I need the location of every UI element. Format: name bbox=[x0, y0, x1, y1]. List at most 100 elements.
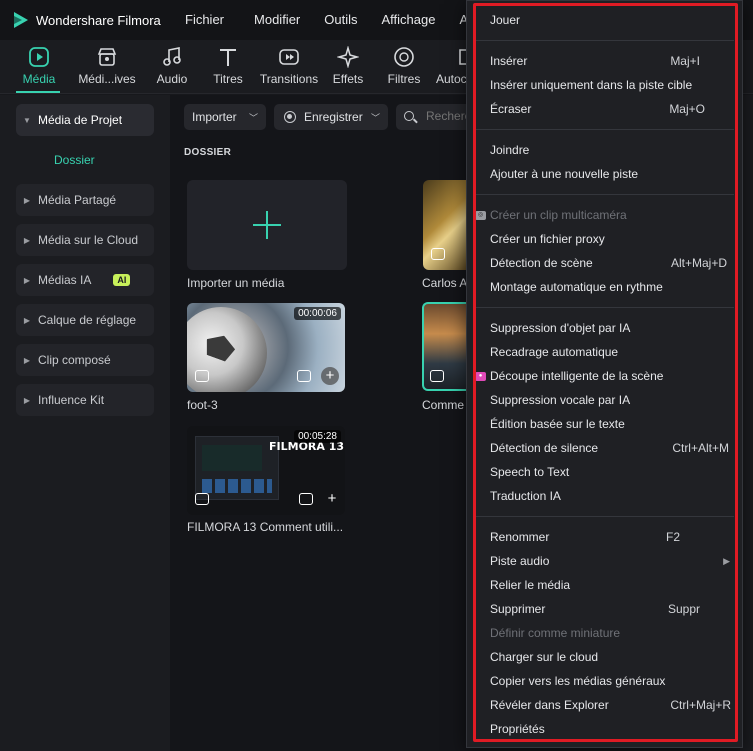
menu-item-auto-beat-sync[interactable]: Montage automatique en rythme bbox=[490, 277, 730, 297]
menu-item-auto-reframe[interactable]: Recadrage automatique bbox=[490, 342, 730, 362]
tab-media[interactable]: Média bbox=[18, 46, 60, 86]
media-thumbnail[interactable]: FILMORA 13 00:05:28 + bbox=[187, 426, 345, 515]
sidebar-item-adjustment-layer[interactable]: ▶ Calque de réglage bbox=[16, 304, 154, 336]
menu-item-label: Découpe intelligente de la scène bbox=[490, 369, 664, 383]
clip-type-icon bbox=[430, 370, 444, 382]
tab-effects[interactable]: Effets bbox=[330, 46, 366, 86]
sidebar-item-compound-clip[interactable]: ▶ Clip composé bbox=[16, 344, 154, 376]
menu-item-rename[interactable]: Renommer F2 bbox=[490, 527, 730, 547]
menu-item-upload-cloud[interactable]: Charger sur le cloud bbox=[490, 647, 730, 667]
menu-separator bbox=[476, 40, 734, 41]
tab-titles-label: Titres bbox=[213, 72, 243, 86]
menu-item-create-multicam-clip: Créer un clip multicaméra bbox=[490, 205, 730, 225]
menu-item-add-new-track[interactable]: Ajouter à une nouvelle piste bbox=[490, 164, 730, 184]
sidebar-item-ai-media[interactable]: ▶ Médias IA AI bbox=[16, 264, 154, 296]
text-t-icon bbox=[220, 49, 236, 66]
sidebar-item-project-media[interactable]: ▼ Média de Projet bbox=[16, 104, 154, 136]
media-thumbnail[interactable] bbox=[423, 180, 467, 270]
menu-item-append[interactable]: Joindre bbox=[490, 140, 730, 160]
menu-separator bbox=[476, 129, 734, 130]
submenu-arrow-icon: ▶ bbox=[723, 555, 730, 566]
section-label-folder: DOSSIER bbox=[184, 147, 232, 158]
sidebar-sub-folder[interactable]: Dossier bbox=[54, 153, 95, 167]
menu-item-ai-vocal-remover[interactable]: Suppression vocale par IA bbox=[490, 390, 730, 410]
ai-badge: AI bbox=[113, 274, 131, 286]
menu-item-audio-track[interactable]: Piste audio ▶ bbox=[490, 551, 730, 571]
menu-item-smart-scene-cut[interactable]: Découpe intelligente de la scène bbox=[490, 366, 730, 386]
menu-item-ai-object-removal[interactable]: Suppression d'objet par IA bbox=[490, 318, 730, 338]
screenshot-preview-image bbox=[195, 436, 279, 500]
chevron-down-icon: ﹀ bbox=[370, 113, 380, 123]
menu-item-text-based-editing[interactable]: Édition basée sur le texte bbox=[490, 414, 730, 434]
menu-item-relink-media[interactable]: Relier le média bbox=[490, 575, 730, 595]
menu-view[interactable]: Affichage bbox=[382, 12, 436, 27]
caret-right-icon: ▶ bbox=[23, 315, 31, 325]
media-thumbnail[interactable]: 00:00:06 + bbox=[187, 303, 345, 392]
menu-item-label: Insérer bbox=[490, 54, 528, 68]
search-icon bbox=[404, 111, 414, 121]
transition-icon bbox=[279, 49, 299, 65]
menu-item-label: Définir comme miniature bbox=[490, 626, 621, 640]
chevron-down-icon: ﹀ bbox=[248, 113, 258, 123]
menu-item-insert[interactable]: Insérer Maj+I bbox=[490, 51, 730, 71]
menu-item-delete[interactable]: Supprimer Suppr bbox=[490, 599, 730, 619]
menu-item-label: Écraser bbox=[490, 102, 532, 116]
sidebar-item-cloud-media[interactable]: ▶ Média sur le Cloud bbox=[16, 224, 154, 256]
duration-badge: 00:05:28 bbox=[294, 430, 341, 443]
media-item-label: foot-3 bbox=[187, 398, 218, 412]
menu-item-properties[interactable]: Propriétés bbox=[490, 719, 730, 739]
caret-right-icon: ▶ bbox=[23, 395, 31, 405]
sidebar-item-influence-kit[interactable]: ▶ Influence Kit bbox=[16, 384, 154, 416]
menu-item-overwrite[interactable]: Écraser Maj+O bbox=[490, 99, 730, 119]
filter-icon bbox=[394, 47, 414, 67]
menu-item-label: Suppression vocale par IA bbox=[490, 393, 631, 407]
menu-item-label: Révéler dans Explorer bbox=[490, 698, 609, 712]
tab-transitions[interactable]: Transitions bbox=[258, 46, 320, 86]
menu-item-shortcut: Maj+O bbox=[669, 102, 705, 116]
menu-item-create-proxy[interactable]: Créer un fichier proxy bbox=[490, 229, 730, 249]
music-note-icon bbox=[163, 47, 181, 66]
tab-titles[interactable]: Titres bbox=[210, 46, 246, 86]
menu-item-silence-detection[interactable]: Détection de silence Ctrl+Alt+M bbox=[490, 438, 730, 458]
tab-stickers[interactable]: Autoc bbox=[436, 46, 466, 86]
tab-stock-media-label: Médi...ives bbox=[78, 72, 136, 86]
import-button[interactable]: Importer ﹀ bbox=[184, 104, 266, 130]
tab-audio-label: Audio bbox=[156, 72, 188, 86]
menu-item-speech-to-text[interactable]: Speech to Text bbox=[490, 462, 730, 482]
media-thumbnail-selected[interactable] bbox=[422, 302, 468, 391]
menu-item-label: Ajouter à une nouvelle piste bbox=[490, 167, 639, 181]
menu-item-scene-detection[interactable]: Détection de scène Alt+Maj+D bbox=[490, 253, 730, 273]
sidebar-item-shared-media[interactable]: ▶ Média Partagé bbox=[16, 184, 154, 216]
import-media-tile[interactable] bbox=[187, 180, 347, 270]
camera-icon[interactable] bbox=[299, 493, 313, 505]
import-button-label: Importer bbox=[192, 110, 237, 124]
camera-icon[interactable] bbox=[297, 370, 311, 382]
menu-item-ai-translation[interactable]: Traduction IA bbox=[490, 486, 730, 506]
sidebar-item-label: Influence Kit bbox=[38, 393, 105, 407]
menu-item-label: Montage automatique en rythme bbox=[490, 280, 663, 294]
caret-right-icon: ▶ bbox=[23, 235, 31, 245]
add-to-timeline-icon[interactable]: + bbox=[323, 490, 341, 508]
tab-filters[interactable]: Filtres bbox=[386, 46, 422, 86]
menu-separator bbox=[476, 516, 734, 517]
menu-tools[interactable]: Outils bbox=[324, 12, 357, 27]
media-icon bbox=[29, 47, 49, 67]
tab-stock-media[interactable]: Médi...ives bbox=[76, 46, 138, 86]
menu-item-copy-to-general-media[interactable]: Copier vers les médias généraux bbox=[490, 671, 730, 691]
menu-item-label: Propriétés bbox=[490, 722, 545, 736]
tab-media-label: Média bbox=[22, 72, 56, 86]
add-to-timeline-icon[interactable]: + bbox=[321, 367, 339, 385]
menu-separator bbox=[476, 307, 734, 308]
tab-audio[interactable]: Audio bbox=[154, 46, 190, 86]
menu-item-reveal-in-explorer[interactable]: Révéler dans Explorer Ctrl+Maj+R bbox=[490, 695, 731, 715]
new-feature-badge-icon: ● bbox=[475, 372, 486, 381]
menu-item-shortcut: Suppr bbox=[667, 602, 700, 616]
sticker-icon bbox=[459, 49, 466, 65]
menu-item-label: Joindre bbox=[490, 143, 530, 157]
menu-item-insert-target-track[interactable]: Insérer uniquement dans la piste cible bbox=[490, 75, 730, 95]
menu-item-play[interactable]: Jouer bbox=[490, 10, 730, 30]
menu-edit[interactable]: Modifier bbox=[254, 12, 300, 27]
menu-file[interactable]: Fichier bbox=[185, 12, 224, 27]
record-button-label: Enregistrer bbox=[304, 110, 363, 124]
record-button[interactable]: Enregistrer ﹀ bbox=[274, 104, 388, 130]
